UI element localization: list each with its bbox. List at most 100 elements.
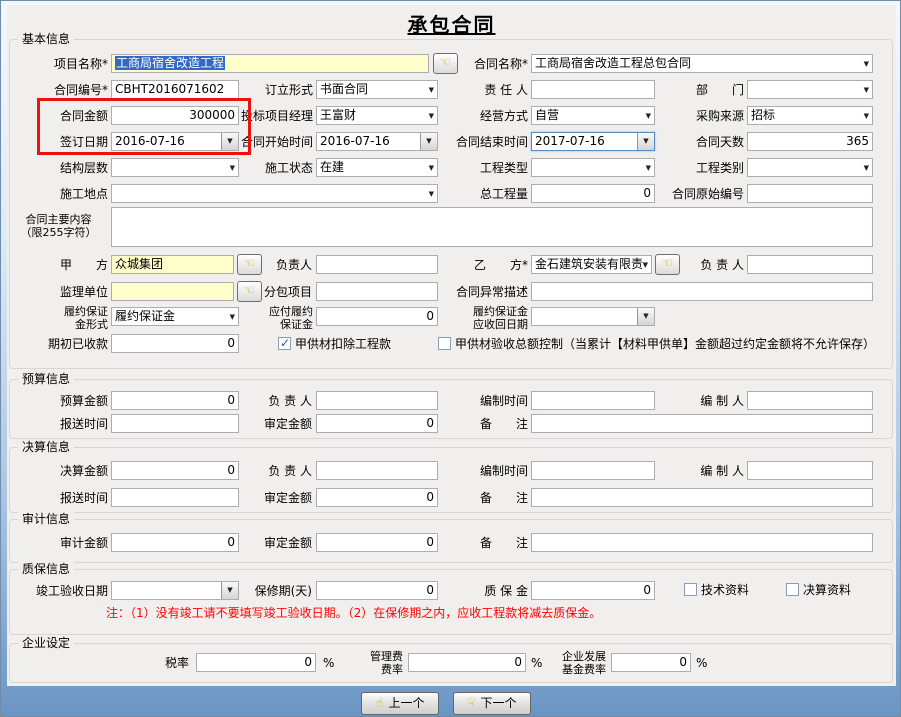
final-amount-input[interactable]: 0 (111, 461, 239, 480)
party-a-head-label: 负责人 (241, 256, 312, 275)
bond-form-select[interactable]: 履约保证金▼ (111, 307, 239, 326)
budget-remark-input[interactable] (531, 414, 873, 433)
contract-amount-input[interactable]: 300000 (111, 106, 239, 125)
tax-rate-input[interactable]: 0 (196, 653, 316, 672)
project-category-select[interactable]: ▼ (747, 158, 873, 177)
form-type-value: 书面合同 (320, 82, 368, 96)
original-no-input[interactable] (747, 184, 873, 203)
operation-mode-label: 经营方式 (451, 107, 528, 126)
budget-amount-input[interactable]: 0 (111, 391, 239, 410)
bond-return-date-picker[interactable]: ▼ (531, 307, 655, 326)
construction-status-select[interactable]: 在建▼ (316, 158, 438, 177)
retention-input[interactable]: 0 (531, 581, 655, 600)
procurement-source-value: 招标 (751, 108, 775, 122)
initial-received-input[interactable]: 0 (111, 334, 239, 353)
structure-floors-select[interactable]: ▼ (111, 158, 239, 177)
party-b-select[interactable]: 金石建筑安装有限责▼ (531, 255, 652, 274)
bond-return-date-label: 履约保证金应收回日期 (445, 305, 528, 331)
budget-submit-time-input[interactable] (111, 414, 239, 433)
bid-manager-value: 王富财 (320, 108, 356, 122)
main-content-label-line2: （限255字符） (21, 226, 97, 239)
chevron-down-icon: ▼ (429, 190, 434, 198)
audit-approved-input[interactable]: 0 (316, 533, 438, 552)
party-b-head-label: 负 责 人 (661, 256, 744, 275)
tech-docs-label: 技术资料 (701, 582, 749, 598)
final-docs-checkbox[interactable] (786, 583, 799, 596)
dev-fund-input[interactable]: 0 (611, 653, 691, 672)
mgmt-fee-label: 管理费费率 (346, 650, 403, 676)
tech-docs-checkbox[interactable] (684, 583, 697, 596)
end-date-picker[interactable]: 2017-07-16 ▼ (531, 132, 655, 151)
group-audit-title: 审计信息 (18, 512, 74, 526)
end-date-value: 2017-07-16 (535, 134, 605, 148)
next-button[interactable]: ☟下一个 (453, 692, 531, 715)
chevron-down-icon: ▼ (230, 313, 235, 321)
budget-submit-time-label: 报送时间 (9, 415, 108, 434)
deduct-material-checkbox[interactable] (278, 337, 291, 350)
final-head-input[interactable] (316, 461, 438, 480)
contract-no-label: 合同编号* (9, 81, 108, 100)
final-compiler-input[interactable] (747, 461, 873, 480)
main-content-textarea[interactable] (111, 207, 873, 247)
prev-button[interactable]: ☝上一个 (361, 692, 439, 715)
final-compile-time-label: 编制时间 (451, 462, 528, 481)
bond-form-label: 履约保证金形式 (9, 305, 108, 331)
acceptance-date-picker[interactable]: ▼ (111, 581, 239, 600)
final-compile-time-input[interactable] (531, 461, 655, 480)
party-a-head-input[interactable] (316, 255, 438, 274)
chevron-down-icon: ▼ (429, 112, 434, 120)
bond-payable-input[interactable]: 0 (316, 307, 438, 326)
calendar-dropdown-icon[interactable]: ▼ (221, 582, 238, 599)
calendar-dropdown-icon[interactable]: ▼ (637, 133, 654, 150)
main-content-label: 合同主要内容（限255字符） (9, 213, 108, 239)
calendar-dropdown-icon[interactable]: ▼ (420, 133, 437, 150)
sign-date-label: 签订日期 (9, 133, 108, 152)
chevron-down-icon: ▼ (864, 86, 869, 94)
location-select[interactable]: ▼ (111, 184, 438, 203)
budget-remark-label: 备 注 (451, 415, 528, 434)
bid-manager-label: 投标项目经理 (229, 107, 313, 126)
chevron-down-icon: ▼ (864, 60, 869, 68)
dev-fund-label-line1: 企业发展 (562, 650, 606, 663)
abnormal-desc-input[interactable] (531, 282, 873, 301)
sign-date-picker[interactable]: 2016-07-16▼ (111, 132, 239, 151)
project-name-input[interactable]: 工商局宿舍改造工程 (111, 54, 429, 73)
contract-days-input[interactable]: 365 (747, 132, 873, 151)
final-head-label: 负 责 人 (241, 462, 312, 481)
responsible-input[interactable] (531, 80, 655, 99)
warranty-days-input[interactable]: 0 (316, 581, 438, 600)
contract-no-input[interactable]: CBHT2016071602 (111, 80, 239, 99)
party-a-label: 甲 方 (9, 256, 108, 275)
calendar-dropdown-icon[interactable]: ▼ (637, 308, 654, 325)
audit-remark-input[interactable] (531, 533, 873, 552)
final-remark-input[interactable] (531, 488, 873, 507)
supervisor-input[interactable] (111, 282, 234, 301)
chevron-down-icon: ▼ (646, 164, 651, 172)
retention-label: 质 保 金 (451, 582, 528, 601)
budget-compile-time-label: 编制时间 (451, 392, 528, 411)
subcontract-input[interactable] (316, 282, 438, 301)
dev-fund-label: 企业发展基金费率 (539, 650, 606, 676)
budget-approved-input[interactable]: 0 (316, 414, 438, 433)
department-label: 部 门 (661, 81, 744, 100)
operation-mode-select[interactable]: 自营▼ (531, 106, 655, 125)
contract-name-select[interactable]: 工商局宿舍改造工程总包合同▼ (531, 54, 873, 73)
project-category-label: 工程类别 (661, 159, 744, 178)
budget-head-input[interactable] (316, 391, 438, 410)
start-date-picker[interactable]: 2016-07-16▼ (316, 132, 438, 151)
budget-compiler-input[interactable] (747, 391, 873, 410)
budget-compile-time-input[interactable] (531, 391, 655, 410)
form-type-select[interactable]: 书面合同▼ (316, 80, 438, 99)
department-select[interactable]: ▼ (747, 80, 873, 99)
procurement-source-select[interactable]: 招标▼ (747, 106, 873, 125)
bid-manager-select[interactable]: 王富财 ▼ (316, 106, 438, 125)
party-b-head-input[interactable] (747, 255, 873, 274)
party-a-input[interactable]: 众城集团 (111, 255, 234, 274)
material-control-checkbox[interactable] (438, 337, 451, 350)
mgmt-fee-input[interactable]: 0 (408, 653, 526, 672)
final-approved-input[interactable]: 0 (316, 488, 438, 507)
project-type-select[interactable]: ▼ (531, 158, 655, 177)
final-submit-time-input[interactable] (111, 488, 239, 507)
total-quantity-input[interactable]: 0 (531, 184, 655, 203)
audit-amount-input[interactable]: 0 (111, 533, 239, 552)
